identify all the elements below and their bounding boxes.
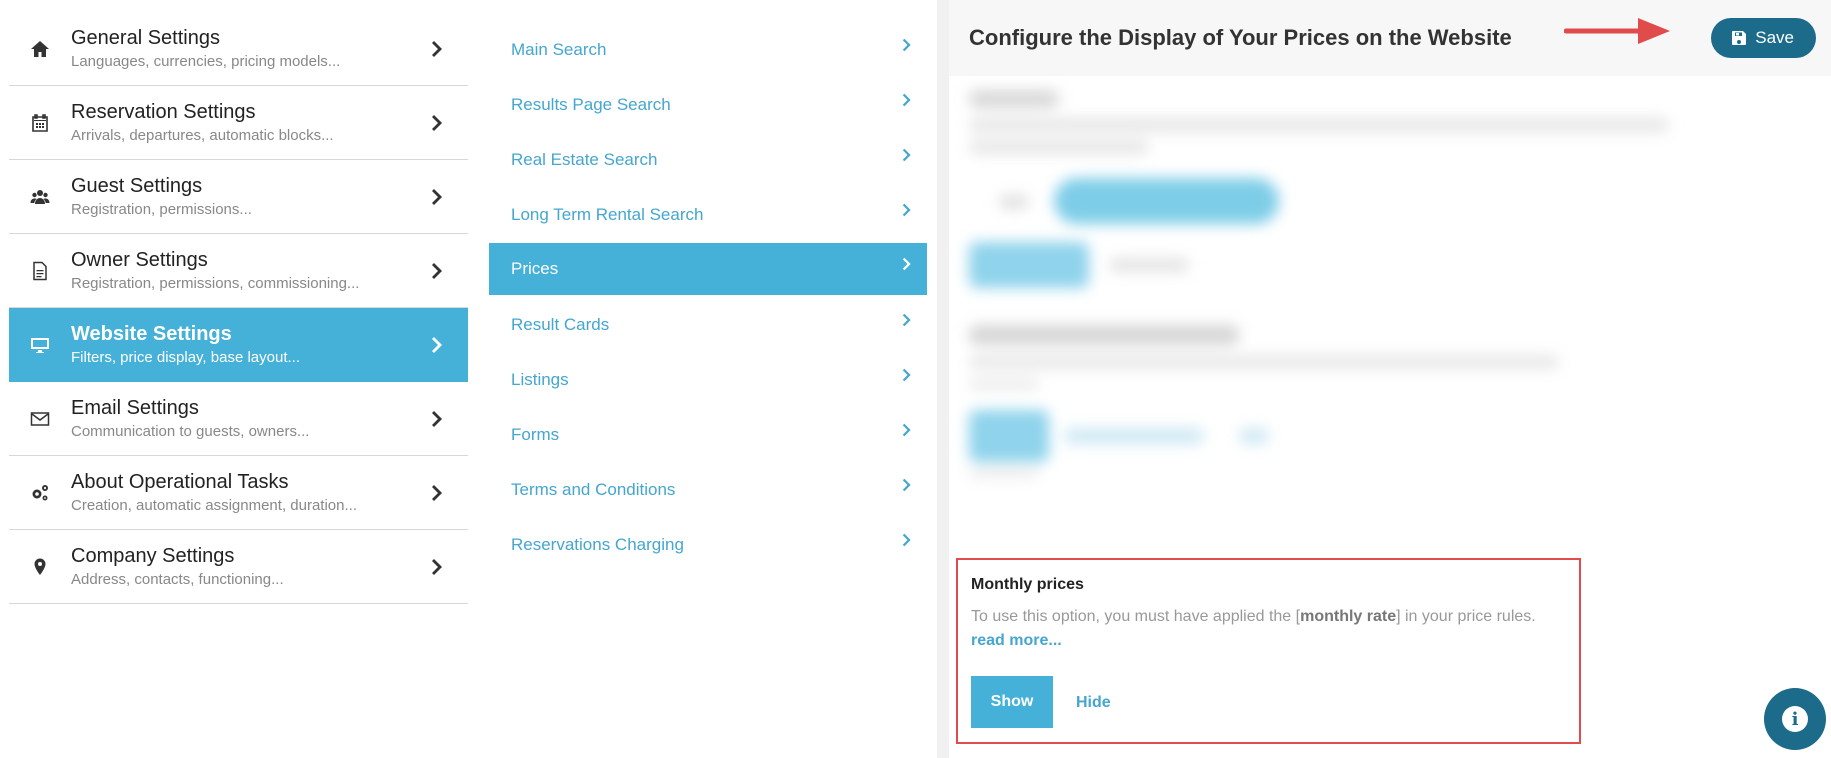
chevron-right-icon (887, 422, 927, 438)
submenu-item-label: Main Search (511, 39, 607, 59)
desc-text-bold: monthly rate (1300, 608, 1397, 625)
home-icon (9, 39, 71, 59)
category-title: Website Settings (71, 322, 232, 345)
submenu-item-label: Results Page Search (511, 94, 671, 114)
monthly-prices-description: To use this option, you must have applie… (971, 608, 1536, 626)
category-title: Guest Settings (71, 174, 203, 197)
desc-text-after: ] in your price rules. (1396, 608, 1536, 625)
submenu-item-result-cards[interactable]: Result Cards (489, 297, 927, 352)
show-button[interactable]: Show (971, 676, 1053, 728)
chevron-right-icon (887, 477, 927, 493)
desc-text-before: To use this option, you must have applie… (971, 608, 1301, 625)
info-button[interactable]: i (1764, 688, 1826, 750)
category-title: Reservation Settings (71, 100, 256, 123)
submenu-item-results-page-search[interactable]: Results Page Search (489, 77, 927, 132)
chevron-right-icon (408, 39, 468, 59)
chevron-right-icon (408, 557, 468, 577)
panel-title: Configure the Display of Your Prices on … (969, 25, 1512, 50)
category-subtitle: Arrivals, departures, automatic blocks..… (71, 126, 334, 144)
settings-category-website-settings[interactable]: Website Settings Filters, price display, … (9, 308, 468, 382)
category-title: Owner Settings (71, 248, 208, 271)
category-title: About Operational Tasks (71, 470, 289, 493)
users-icon (9, 187, 71, 207)
read-more-link[interactable]: read more... (971, 632, 1062, 650)
document-icon (9, 261, 71, 281)
category-subtitle: Registration, permissions, commissioning… (71, 274, 360, 292)
chevron-right-icon (408, 409, 468, 429)
floppy-disk-icon (1732, 31, 1747, 45)
category-text: Owner Settings Registration, permissions,… (71, 248, 408, 294)
submenu-item-label: Terms and Conditions (511, 479, 676, 499)
chevron-right-icon (408, 113, 468, 133)
envelope-icon (9, 409, 71, 429)
category-subtitle: Communication to guests, owners... (71, 422, 310, 440)
panel-divider (937, 0, 949, 758)
chevron-right-icon (887, 37, 927, 53)
submenu-item-label: Reservations Charging (511, 534, 684, 554)
category-subtitle: Address, contacts, functioning... (71, 570, 284, 588)
chevron-right-icon (887, 202, 927, 218)
monthly-prices-title: Monthly prices (971, 576, 1084, 593)
chevron-right-icon (887, 256, 927, 272)
chevron-right-icon (408, 187, 468, 207)
settings-category-reservation-settings[interactable]: Reservation Settings Arrivals, departures… (9, 86, 468, 160)
settings-category-email-settings[interactable]: Email Settings Communication to guests, o… (9, 382, 468, 456)
info-icon: i (1782, 706, 1808, 732)
panel-header: Configure the Display of Your Prices on … (949, 0, 1831, 76)
submenu-item-label: Listings (511, 369, 569, 389)
map-pin-icon (9, 557, 71, 577)
chevron-right-icon (408, 483, 468, 503)
settings-category-list: General Settings Languages, currencies, p… (9, 12, 468, 604)
monthly-prices-section: Monthly prices To use this option, you m… (956, 558, 1581, 744)
gears-icon (9, 483, 71, 503)
blurred-settings-content (949, 80, 1831, 550)
submenu-item-forms[interactable]: Forms (489, 407, 927, 462)
chevron-right-icon (887, 312, 927, 328)
chevron-right-icon (408, 335, 468, 355)
category-subtitle: Creation, automatic assignment, duration… (71, 496, 357, 514)
monitor-icon (9, 335, 71, 355)
category-text: About Operational Tasks Creation, automat… (71, 470, 408, 516)
submenu-item-main-search[interactable]: Main Search (489, 22, 927, 77)
settings-category-general-settings[interactable]: General Settings Languages, currencies, p… (9, 12, 468, 86)
category-text: Website Settings Filters, price display, … (71, 322, 408, 368)
category-text: Reservation Settings Arrivals, departures… (71, 100, 408, 146)
chevron-right-icon (887, 532, 927, 548)
chevron-right-icon (408, 261, 468, 281)
category-text: Company Settings Address, contacts, funct… (71, 544, 408, 590)
settings-category-company-settings[interactable]: Company Settings Address, contacts, funct… (9, 530, 468, 604)
submenu-item-long-term-rental-search[interactable]: Long Term Rental Search (489, 187, 927, 242)
category-text: Email Settings Communication to guests, o… (71, 396, 408, 442)
category-subtitle: Filters, price display, base layout... (71, 348, 300, 366)
category-subtitle: Registration, permissions... (71, 200, 252, 218)
submenu-item-label: Prices (511, 259, 559, 278)
chevron-right-icon (887, 92, 927, 108)
website-settings-submenu: Main Search Results Page Search Real Estat… (489, 22, 927, 572)
category-text: General Settings Languages, currencies, p… (71, 26, 408, 72)
red-arrow-annotation (1564, 18, 1670, 44)
submenu-item-label: Forms (511, 424, 560, 444)
chevron-right-icon (887, 147, 927, 163)
category-subtitle: Languages, currencies, pricing models... (71, 52, 341, 70)
save-button-label: Save (1755, 28, 1794, 47)
submenu-item-terms-and-conditions[interactable]: Terms and Conditions (489, 462, 927, 517)
chevron-right-icon (887, 367, 927, 383)
hide-button[interactable]: Hide (1076, 694, 1111, 712)
settings-category-about-operational-tasks[interactable]: About Operational Tasks Creation, automat… (9, 456, 468, 530)
submenu-item-prices[interactable]: Prices (489, 243, 927, 295)
category-text: Guest Settings Registration, permissions.… (71, 174, 408, 220)
submenu-item-real-estate-search[interactable]: Real Estate Search (489, 132, 927, 187)
submenu-item-listings[interactable]: Listings (489, 352, 927, 407)
category-title: Email Settings (71, 396, 199, 419)
submenu-item-label: Real Estate Search (511, 149, 658, 169)
submenu-item-label: Result Cards (511, 314, 610, 334)
submenu-item-label: Long Term Rental Search (511, 204, 704, 224)
settings-category-guest-settings[interactable]: Guest Settings Registration, permissions.… (9, 160, 468, 234)
settings-category-owner-settings[interactable]: Owner Settings Registration, permissions,… (9, 234, 468, 308)
category-title: Company Settings (71, 544, 235, 567)
category-title: General Settings (71, 26, 220, 49)
save-button[interactable]: Save (1711, 18, 1816, 58)
submenu-item-reservations-charging[interactable]: Reservations Charging (489, 517, 927, 572)
calendar-icon (9, 113, 71, 133)
